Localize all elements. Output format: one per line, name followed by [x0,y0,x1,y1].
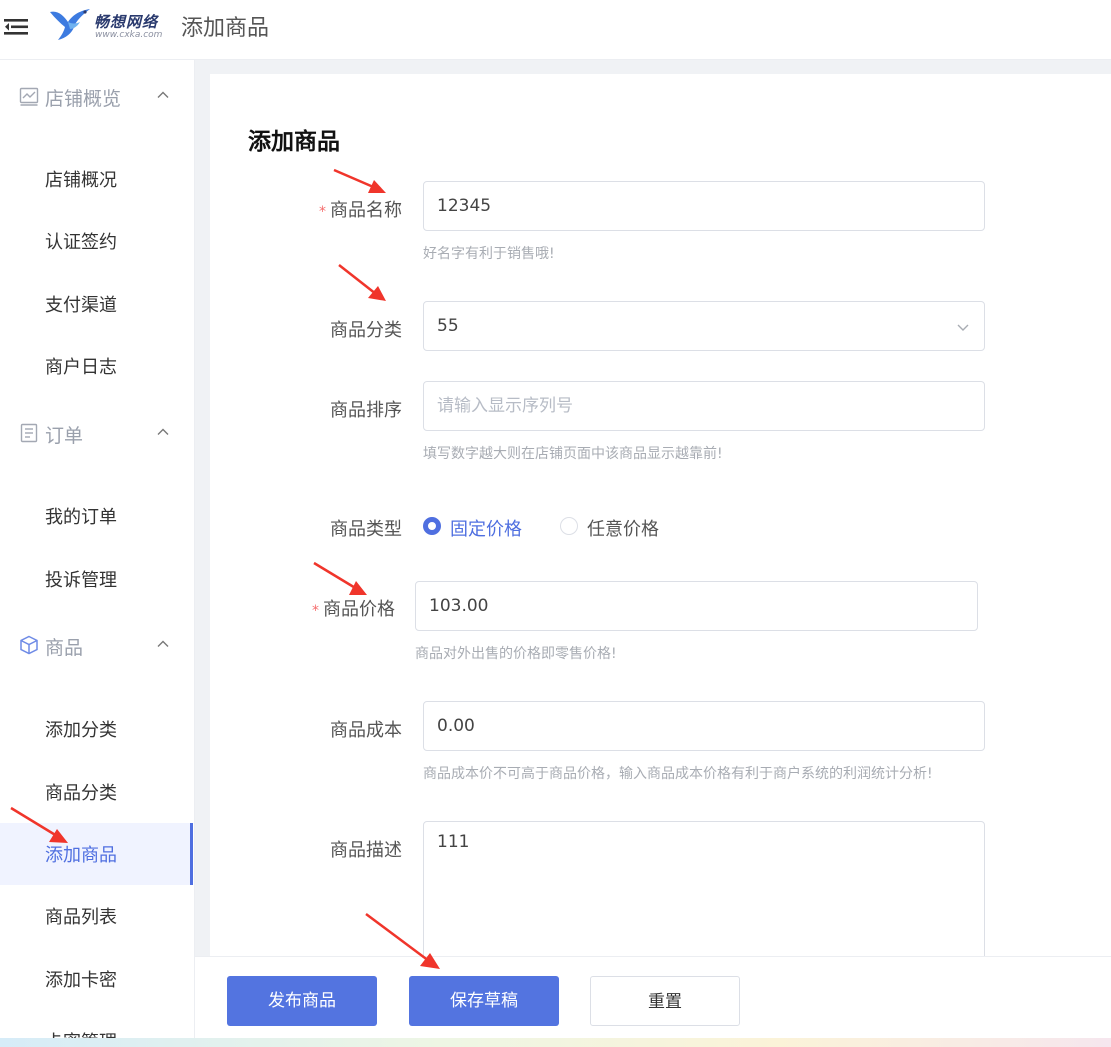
sidebar-item-store-summary[interactable]: 店铺概况 [0,148,193,210]
chevron-up-icon [157,91,169,98]
goods-description-textarea[interactable]: 111 [423,821,985,971]
action-bar: 发布商品 保存草稿 重置 [195,956,1111,1038]
sidebar-group-label: 订单 [45,425,84,447]
goods-cost-hint: 商品成本价不可高于商品价格，输入商品成本价格有利于商户系统的利润统计分析! [423,766,933,782]
sidebar-item-my-orders[interactable]: 我的订单 [0,485,193,547]
sidebar-item-label: 投诉管理 [45,570,117,591]
goods-description-label: 商品描述 [330,840,402,861]
sidebar-item-goods-category[interactable]: 商品分类 [0,761,193,823]
goods-sort-input[interactable]: 请输入显示序列号 [423,381,985,431]
sidebar-item-label: 店铺概况 [45,170,117,191]
reset-button[interactable]: 重置 [590,976,740,1026]
sidebar-group-goods[interactable]: 商品 [0,621,194,671]
sidebar-group-store-overview[interactable]: 店铺概览 [0,72,194,122]
radio-any-price[interactable]: 任意价格 [560,515,670,540]
goods-type-label: 商品类型 [330,519,402,540]
chevron-down-icon [957,324,969,331]
sidebar-group-label: 商品 [45,637,84,659]
radio-dot [560,517,578,535]
goods-sort-hint: 填写数字越大则在店铺页面中该商品显示越靠前! [423,446,723,462]
bird-logo-icon [50,9,90,40]
publish-button[interactable]: 发布商品 [227,976,377,1026]
sidebar-item-label: 支付渠道 [45,295,117,316]
cube-icon [20,635,38,655]
sidebar-group-label: 店铺概览 [45,88,122,110]
sidebar-item-label: 商户日志 [45,357,117,378]
goods-cost-label: 商品成本 [330,720,402,741]
sidebar-item-complaints[interactable]: 投诉管理 [0,548,193,610]
chart-icon [19,87,39,106]
logo-text: 畅想网络 [94,13,159,31]
sidebar-item-card-secret-manage[interactable]: 卡密管理 [0,1010,193,1038]
radio-label: 任意价格 [587,519,659,540]
required-mark: * [312,603,319,619]
sidebar-item-label: 添加商品 [45,845,117,866]
radio-fixed-price[interactable]: 固定价格 [423,515,533,540]
goods-category-select[interactable]: 55 [423,301,985,351]
goods-name-label: * 商品名称 [319,200,402,221]
sidebar-group-orders[interactable]: 订单 [0,409,194,459]
sidebar-item-certification[interactable]: 认证签约 [0,210,193,272]
page-title: 添加商品 [181,16,270,41]
sidebar-item-add-card-secret[interactable]: 添加卡密 [0,948,193,1010]
sidebar-item-add-goods[interactable]: 添加商品 [0,823,193,885]
sidebar-item-label: 我的订单 [45,507,117,528]
logo[interactable]: 畅想网络 www.cxka.com [48,6,168,46]
chevron-up-icon [157,428,169,435]
sidebar-item-label: 认证签约 [45,232,117,253]
form-title: 添加商品 [248,129,340,155]
sidebar-item-label: 卡密管理 [45,1028,117,1038]
document-icon [20,423,38,443]
goods-category-label: 商品分类 [330,320,402,341]
form-card: 添加商品 * 商品名称 12345 好名字有利于销售哦! 商品分类 55 商品排序… [210,74,1111,971]
goods-price-input[interactable]: 103.00 [415,581,978,631]
goods-name-hint: 好名字有利于销售哦! [423,246,555,262]
sidebar-item-goods-list[interactable]: 商品列表 [0,885,193,947]
bottom-strip [0,1038,1111,1047]
sidebar-item-label: 添加卡密 [45,970,117,991]
required-mark: * [319,204,326,220]
sidebar-item-label: 添加分类 [45,720,117,741]
chevron-up-icon [157,640,169,647]
goods-price-hint: 商品对外出售的价格即零售价格! [415,646,617,662]
sidebar-item-payment-channel[interactable]: 支付渠道 [0,273,193,335]
top-header: 畅想网络 www.cxka.com 添加商品 [0,0,1111,60]
logo-url: www.cxka.com [95,30,163,40]
sidebar-item-add-category[interactable]: 添加分类 [0,698,193,760]
sidebar-item-label: 商品分类 [45,783,117,804]
radio-dot [423,517,441,535]
goods-cost-input[interactable]: 0.00 [423,701,985,751]
sidebar: 店铺概览 店铺概况 认证签约 支付渠道 商户日志 订单 我的订单 投诉管理 商品… [0,60,195,1038]
radio-label: 固定价格 [450,519,522,540]
menu-fold-icon[interactable] [4,14,30,40]
goods-sort-label: 商品排序 [330,400,402,421]
sidebar-item-merchant-log[interactable]: 商户日志 [0,335,193,397]
goods-price-label: * 商品价格 [312,599,395,620]
goods-name-input[interactable]: 12345 [423,181,985,231]
goods-sort-placeholder: 请输入显示序列号 [437,396,573,416]
save-draft-button[interactable]: 保存草稿 [409,976,559,1026]
sidebar-item-label: 商品列表 [45,907,117,928]
goods-category-value: 55 [437,316,459,336]
